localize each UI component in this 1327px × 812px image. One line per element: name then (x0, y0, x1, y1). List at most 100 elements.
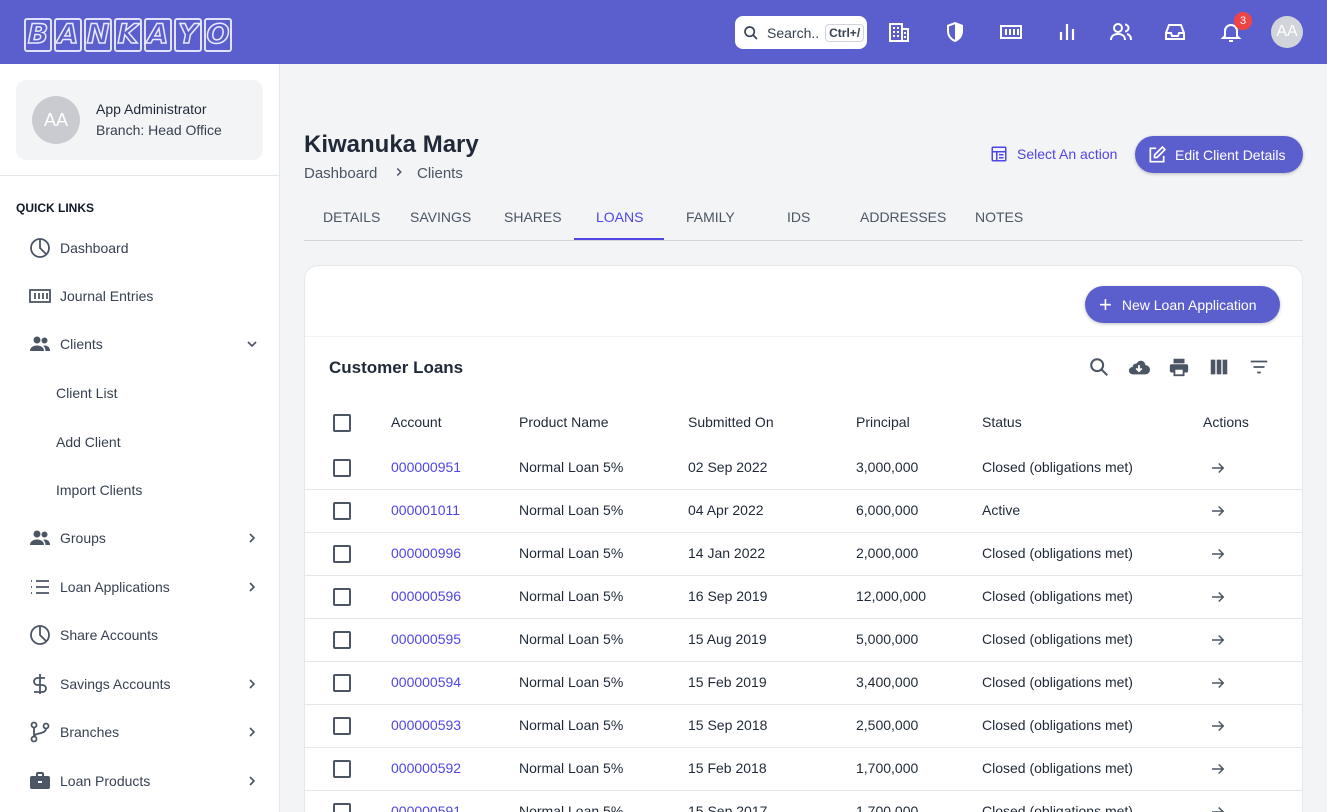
sidebar-item-label: Savings Accounts (60, 676, 171, 692)
table-row[interactable]: 000000951 Normal Loan 5% 02 Sep 2022 3,000,… (305, 447, 1302, 490)
loan-account-link[interactable]: 000000951 (391, 459, 461, 475)
arrow-right-icon[interactable] (1209, 803, 1227, 812)
row-checkbox[interactable] (333, 631, 351, 649)
sidebar-item-add-client[interactable]: Add Client (56, 434, 121, 450)
tab-ids[interactable]: IDS (787, 209, 810, 225)
sidebar-item-share-accounts[interactable]: Share Accounts (28, 623, 260, 647)
column-header-submitted-on[interactable]: Submitted On (688, 414, 774, 430)
arrow-right-icon[interactable] (1209, 588, 1227, 606)
column-header-product-name[interactable]: Product Name (519, 414, 608, 430)
loan-account-link[interactable]: 000001011 (391, 502, 460, 518)
inbox-icon[interactable] (1163, 20, 1187, 44)
loan-product: Normal Loan 5% (519, 545, 624, 561)
table-row[interactable]: 000000996 Normal Loan 5% 14 Jan 2022 2,000,… (305, 533, 1302, 576)
print-icon[interactable] (1168, 356, 1190, 378)
sidebar-item-clients[interactable]: Clients (28, 332, 260, 356)
arrow-right-icon[interactable] (1209, 502, 1227, 520)
arrow-right-icon[interactable] (1209, 717, 1227, 735)
loan-account-link[interactable]: 000000595 (391, 631, 461, 647)
sidebar-item-client-list[interactable]: Client List (56, 385, 117, 401)
loan-principal: 6,000,000 (856, 502, 919, 518)
loan-status: Active (982, 502, 1021, 518)
row-checkbox[interactable] (333, 545, 351, 563)
loan-submitted-on: 15 Sep 2017 (688, 803, 768, 812)
people-icon[interactable] (1109, 20, 1133, 44)
loan-status: Closed (obligations met) (982, 631, 1133, 647)
bar-chart-icon[interactable] (1055, 20, 1079, 44)
row-checkbox[interactable] (333, 674, 351, 692)
tab-notes[interactable]: NOTES (975, 209, 1023, 225)
search-placeholder: Search.. (767, 24, 820, 41)
table-row[interactable]: 000000593 Normal Loan 5% 15 Sep 2018 2,500,… (305, 705, 1302, 748)
loan-account-link[interactable]: 000000593 (391, 717, 461, 733)
avatar[interactable]: AA (1271, 16, 1303, 48)
loan-principal: 5,000,000 (856, 631, 919, 647)
breadcrumb-clients[interactable]: Clients (417, 165, 463, 182)
sidebar-item-loan-products[interactable]: Loan Products (28, 769, 260, 793)
column-header-account[interactable]: Account (391, 414, 442, 430)
sidebar-item-savings-accounts[interactable]: Savings Accounts (28, 672, 260, 696)
sidebar-item-journal-entries[interactable]: Journal Entries (28, 284, 260, 308)
sidebar-item-branches[interactable]: Branches (28, 720, 260, 744)
loan-account-link[interactable]: 000000592 (391, 760, 461, 776)
user-profile-card[interactable]: AA App Administrator Branch: Head Office (16, 80, 263, 160)
columns-icon[interactable] (1208, 356, 1230, 378)
loan-account-link[interactable]: 000000596 (391, 588, 461, 604)
loan-product: Normal Loan 5% (519, 502, 624, 518)
tab-details[interactable]: DETAILS (323, 209, 380, 225)
tab-family[interactable]: FAMILY (686, 209, 735, 225)
row-checkbox[interactable] (333, 760, 351, 778)
loan-account-link[interactable]: 000000594 (391, 674, 461, 690)
loan-status: Closed (obligations met) (982, 459, 1133, 475)
sidebar-item-import-clients[interactable]: Import Clients (56, 482, 142, 498)
sidebar-item-dashboard[interactable]: Dashboard (28, 236, 260, 260)
filter-icon[interactable] (1248, 356, 1270, 378)
search-icon[interactable] (1088, 356, 1110, 378)
table-row[interactable]: 000000591 Normal Loan 5% 15 Sep 2017 1,700,… (305, 791, 1302, 812)
select-all-checkbox[interactable] (333, 414, 351, 432)
select-action-button[interactable]: Select An action (990, 145, 1117, 163)
edit-client-button[interactable]: Edit Client Details (1135, 136, 1303, 173)
loan-account-link[interactable]: 000000591 (391, 803, 461, 812)
ledger-icon[interactable] (999, 20, 1023, 44)
arrow-right-icon[interactable] (1209, 674, 1227, 692)
row-checkbox[interactable] (333, 803, 351, 812)
table-row[interactable]: 000000596 Normal Loan 5% 16 Sep 2019 12,000… (305, 576, 1302, 619)
row-checkbox[interactable] (333, 459, 351, 477)
shield-icon[interactable] (943, 20, 967, 44)
tab-savings[interactable]: SAVINGS (410, 209, 471, 225)
tab-loans[interactable]: LOANS (596, 209, 643, 225)
building-icon[interactable] (887, 20, 911, 44)
table-row[interactable]: 000000592 Normal Loan 5% 15 Feb 2018 1,700,… (305, 748, 1302, 791)
arrow-right-icon[interactable] (1209, 760, 1227, 778)
arrow-right-icon[interactable] (1209, 545, 1227, 563)
bankayo-logo[interactable]: B A N K A Y O (24, 18, 232, 52)
column-header-status[interactable]: Status (982, 414, 1022, 430)
sidebar-item-loan-applications[interactable]: Loan Applications (28, 575, 260, 599)
table-icon (991, 146, 1007, 162)
table-row[interactable]: 000001011 Normal Loan 5% 04 Apr 2022 6,000,… (305, 490, 1302, 533)
logo-letter: N (84, 18, 112, 52)
row-checkbox[interactable] (333, 588, 351, 606)
new-loan-application-button[interactable]: + New Loan Application (1085, 286, 1280, 323)
loan-status: Closed (obligations met) (982, 545, 1133, 561)
loan-submitted-on: 02 Sep 2022 (688, 459, 768, 475)
sidebar-item-groups[interactable]: Groups (28, 526, 260, 550)
column-header-principal[interactable]: Principal (856, 414, 910, 430)
loan-submitted-on: 15 Feb 2019 (688, 674, 767, 690)
search-box[interactable]: Search.. Ctrl+/ (735, 16, 867, 49)
chevron-right-icon (249, 679, 256, 689)
arrow-right-icon[interactable] (1209, 631, 1227, 649)
table-row[interactable]: 000000595 Normal Loan 5% 15 Aug 2019 5,000,… (305, 619, 1302, 662)
cloud-download-icon[interactable] (1128, 356, 1150, 378)
table-row[interactable]: 000000594 Normal Loan 5% 15 Feb 2019 3,400,… (305, 662, 1302, 705)
row-checkbox[interactable] (333, 502, 351, 520)
tab-addresses[interactable]: ADDRESSES (860, 209, 946, 225)
tab-shares[interactable]: SHARES (504, 209, 562, 225)
column-header-actions: Actions (1203, 414, 1249, 430)
row-checkbox[interactable] (333, 717, 351, 735)
arrow-right-icon[interactable] (1209, 459, 1227, 477)
loan-principal: 2,500,000 (856, 717, 919, 733)
breadcrumb-dashboard[interactable]: Dashboard (304, 165, 377, 182)
loan-account-link[interactable]: 000000996 (391, 545, 461, 561)
